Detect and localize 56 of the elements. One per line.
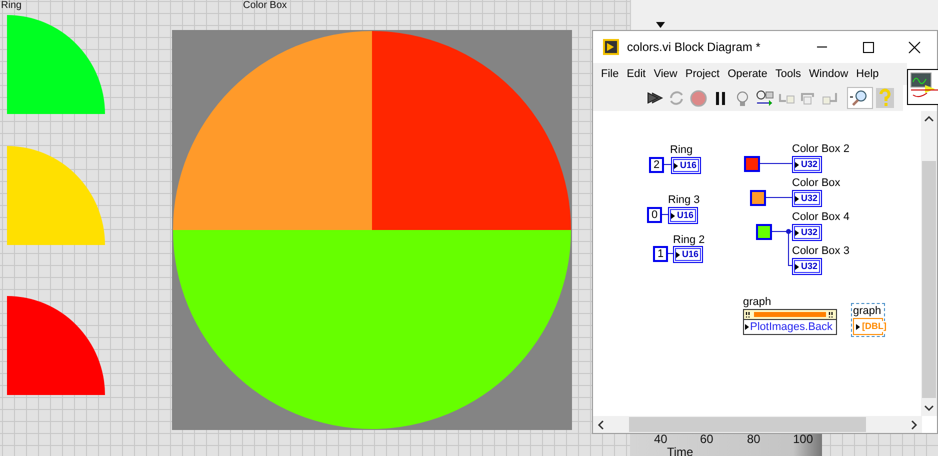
color-box-terminal: U32 <box>792 258 822 275</box>
horizontal-scrollbar[interactable] <box>593 416 922 433</box>
color-constant[interactable] <box>756 224 772 240</box>
property-name: PlotImages.Back <box>750 321 834 333</box>
app-icon[interactable] <box>602 38 620 56</box>
wire-junction <box>786 229 791 234</box>
terminal-label: Ring 3 <box>668 194 700 206</box>
axis-tick-label: 80 <box>747 432 760 446</box>
color-box-terminal: U32 <box>792 224 822 241</box>
error-terminal-icon <box>828 311 835 318</box>
numeric-constant[interactable]: 2 <box>649 157 664 173</box>
window-title: colors.vi Block Diagram * <box>627 40 760 54</box>
terminal-label: Color Box 4 <box>792 211 850 223</box>
terminal-label: Color Box 2 <box>792 143 850 155</box>
menu-item[interactable]: Project <box>681 68 724 80</box>
color-box-label: Color Box <box>243 0 287 11</box>
menu-item[interactable]: Edit <box>622 68 650 80</box>
axis-tick-label: 40 <box>654 432 668 446</box>
ring-terminal: U16 <box>668 207 698 224</box>
terminal-label: graph <box>853 305 882 318</box>
menu-item[interactable]: Tools <box>771 68 806 80</box>
wire <box>664 164 671 165</box>
property-node[interactable]: PlotImages.Back <box>743 309 837 335</box>
reference-bar <box>754 312 826 317</box>
axis-tick-label: 100 <box>793 432 814 446</box>
vertical-scrollbar[interactable] <box>921 111 937 416</box>
color-constant[interactable] <box>750 190 766 206</box>
axis-title: Time <box>667 445 694 456</box>
terminal-label: Ring <box>670 144 693 156</box>
color-box-terminal: U32 <box>792 190 822 207</box>
numeric-constant[interactable]: 1 <box>653 246 668 262</box>
wire <box>766 197 792 198</box>
terminal-label: Color Box <box>792 177 840 189</box>
numeric-constant[interactable]: 0 <box>647 207 662 223</box>
terminal-label: Color Box 3 <box>792 245 850 257</box>
graph-terminal[interactable]: graph [DBL] <box>851 303 885 337</box>
caret-icon[interactable] <box>656 22 665 28</box>
axis-tick-label: 60 <box>700 432 714 446</box>
menu-item[interactable]: Help <box>852 68 883 80</box>
ring-terminal: U16 <box>673 246 703 263</box>
ring-label: Ring <box>1 0 22 11</box>
probe-icon[interactable] <box>755 88 774 108</box>
menu-item[interactable]: File <box>597 68 623 80</box>
wire <box>668 253 673 254</box>
menu-item[interactable]: Window <box>805 68 852 80</box>
property-node-label: graph <box>743 296 772 308</box>
wire <box>662 214 668 215</box>
error-terminal-icon <box>745 311 752 318</box>
color-box-terminal: U32 <box>792 156 822 173</box>
color-constant[interactable] <box>744 156 760 172</box>
menu-item[interactable]: Operate <box>724 68 772 80</box>
connector-pane-icon[interactable] <box>907 69 938 105</box>
terminal-label: Ring 2 <box>673 234 705 246</box>
menu-item[interactable]: View <box>650 68 682 80</box>
wire <box>760 163 792 164</box>
ring-terminal: U16 <box>671 157 701 174</box>
